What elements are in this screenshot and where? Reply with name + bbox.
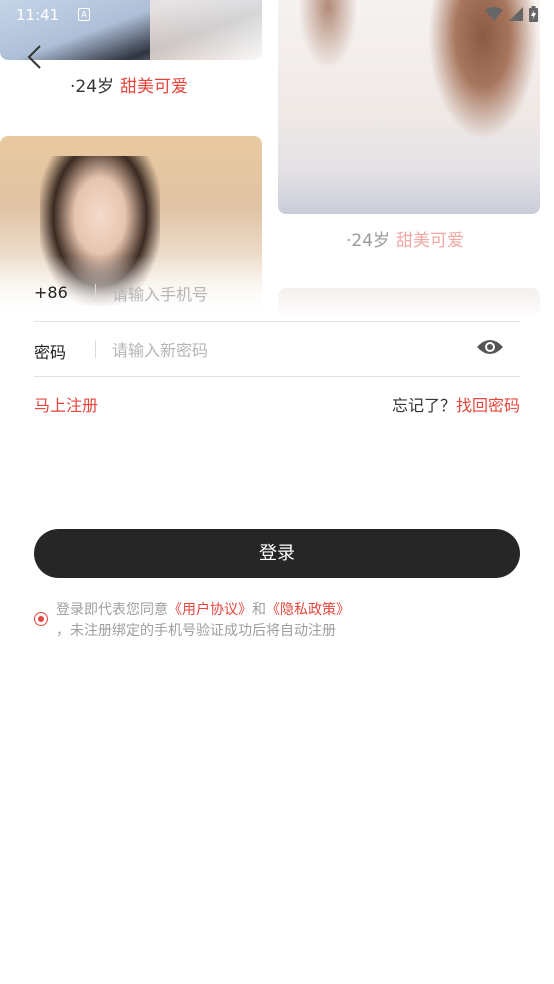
- country-code[interactable]: +86: [34, 283, 68, 302]
- agreement-radio[interactable]: [34, 612, 48, 626]
- agreement-prefix: 登录即代表您同意: [56, 602, 168, 618]
- phone-field: +86: [34, 266, 520, 320]
- user-agreement-link[interactable]: 《用户协议》: [168, 602, 252, 618]
- profile-age: ·24岁: [346, 231, 391, 251]
- status-time: 11:41: [16, 6, 60, 24]
- privacy-policy-link[interactable]: 《隐私政策》: [266, 602, 350, 618]
- password-field: 密码: [34, 321, 520, 377]
- field-divider: [95, 340, 96, 358]
- profile-tag: 甜美可爱: [120, 77, 189, 97]
- password-input[interactable]: [110, 336, 464, 364]
- phone-input[interactable]: [110, 280, 464, 308]
- register-link[interactable]: 马上注册: [34, 392, 98, 416]
- agreement-suffix: ，未注册绑定的手机号验证成功后将自动注册: [56, 623, 336, 639]
- battery-icon: [529, 6, 538, 22]
- profile-photo-2: [278, 0, 540, 214]
- profile-tag: 甜美可爱: [396, 231, 465, 251]
- profile-age: ·24岁: [70, 77, 115, 97]
- notification-icon: A: [78, 8, 90, 21]
- wifi-icon: [485, 7, 503, 21]
- forgot-password-row: 忘记了？找回密码: [392, 392, 520, 416]
- profile-caption-1: ·24岁 甜美可爱: [70, 72, 188, 97]
- status-bar: 11:41 A: [0, 0, 554, 30]
- recover-password-link[interactable]: 找回密码: [456, 396, 520, 415]
- password-label: 密码: [34, 343, 67, 362]
- signal-icon: [509, 7, 523, 21]
- forgot-question: 忘记了？: [391, 396, 456, 415]
- agreement-text: 登录即代表您同意《用户协议》和《隐私政策》 ，未注册绑定的手机号验证成功后将自动注…: [56, 600, 386, 642]
- eye-icon[interactable]: [476, 336, 504, 358]
- field-divider: [95, 284, 96, 302]
- login-button[interactable]: 登录: [34, 529, 520, 578]
- back-arrow-icon[interactable]: [24, 44, 46, 70]
- form-links: 马上注册 忘记了？找回密码: [34, 392, 520, 416]
- agreement-and: 和: [252, 602, 266, 618]
- profile-caption-2: ·24岁 甜美可爱: [346, 226, 464, 251]
